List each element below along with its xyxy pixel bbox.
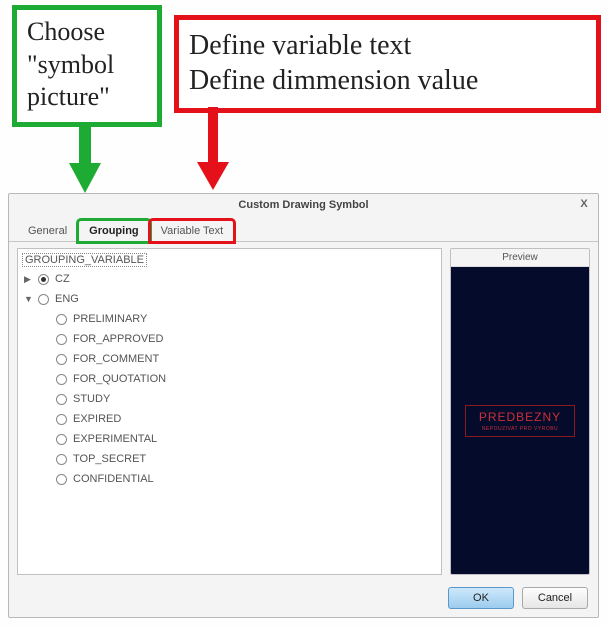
tree-header[interactable]: GROUPING_VARIABLE bbox=[22, 253, 147, 267]
collapse-icon[interactable]: ▼ bbox=[24, 294, 34, 304]
tabs: General Grouping Variable Text bbox=[9, 216, 598, 242]
radio-expired[interactable] bbox=[56, 414, 67, 425]
tree-row-preliminary[interactable]: PRELIMINARY bbox=[22, 309, 437, 329]
preview-stamp-line1: PREDBEZNY bbox=[472, 410, 568, 424]
tree-row-experimental[interactable]: EXPERIMENTAL bbox=[22, 429, 437, 449]
tree-label-eng: ENG bbox=[55, 293, 79, 305]
tab-general[interactable]: General bbox=[17, 220, 78, 242]
tree-label: EXPIRED bbox=[73, 413, 121, 425]
dialog-title: Custom Drawing Symbol bbox=[238, 199, 368, 211]
dialog-content: GROUPING_VARIABLE ▶ CZ ▼ ENG PRELIMINARY… bbox=[9, 242, 598, 581]
tree-row-for-comment[interactable]: FOR_COMMENT bbox=[22, 349, 437, 369]
annotation-red: Define variable text Define dimmension v… bbox=[174, 15, 601, 113]
tree-panel: GROUPING_VARIABLE ▶ CZ ▼ ENG PRELIMINARY… bbox=[17, 248, 442, 575]
tree-row-confidential[interactable]: CONFIDENTIAL bbox=[22, 469, 437, 489]
tree-row-for-approved[interactable]: FOR_APPROVED bbox=[22, 329, 437, 349]
close-button[interactable]: X bbox=[576, 197, 592, 213]
tree-row-top-secret[interactable]: TOP_SECRET bbox=[22, 449, 437, 469]
tree-row-expired[interactable]: EXPIRED bbox=[22, 409, 437, 429]
tree-label: TOP_SECRET bbox=[73, 453, 146, 465]
tree-label: FOR_COMMENT bbox=[73, 353, 159, 365]
preview-title: Preview bbox=[451, 249, 589, 267]
preview-stamp-line2: NEPOUZIVAT PRO VYROBU bbox=[472, 426, 568, 432]
tree-label: PRELIMINARY bbox=[73, 313, 147, 325]
radio-preliminary[interactable] bbox=[56, 314, 67, 325]
tree-row-eng[interactable]: ▼ ENG bbox=[22, 289, 437, 309]
radio-study[interactable] bbox=[56, 394, 67, 405]
annotation-red-line2: Define dimmension value bbox=[189, 63, 586, 98]
tab-variable-text[interactable]: Variable Text bbox=[150, 220, 235, 242]
dialog-custom-drawing-symbol: Custom Drawing Symbol X General Grouping… bbox=[8, 193, 599, 618]
arrow-red-icon bbox=[195, 107, 231, 192]
tree-label-cz: CZ bbox=[55, 273, 70, 285]
titlebar: Custom Drawing Symbol X bbox=[9, 194, 598, 216]
tree-label: CONFIDENTIAL bbox=[73, 473, 154, 485]
radio-experimental[interactable] bbox=[56, 434, 67, 445]
ok-button[interactable]: OK bbox=[448, 587, 514, 609]
radio-for-approved[interactable] bbox=[56, 334, 67, 345]
annotation-red-line1: Define variable text bbox=[189, 28, 586, 63]
radio-for-quotation[interactable] bbox=[56, 374, 67, 385]
annotation-green: Choose "symbol picture" bbox=[12, 5, 162, 127]
tree-label: FOR_QUOTATION bbox=[73, 373, 166, 385]
radio-top-secret[interactable] bbox=[56, 454, 67, 465]
tree-row-for-quotation[interactable]: FOR_QUOTATION bbox=[22, 369, 437, 389]
annotation-green-line2: "symbol bbox=[27, 49, 147, 82]
cancel-button[interactable]: Cancel bbox=[522, 587, 588, 609]
tree-label: EXPERIMENTAL bbox=[73, 433, 157, 445]
tree-label: STUDY bbox=[73, 393, 110, 405]
tree-row-cz[interactable]: ▶ CZ bbox=[22, 269, 437, 289]
tab-grouping[interactable]: Grouping bbox=[78, 220, 150, 242]
tree-row-study[interactable]: STUDY bbox=[22, 389, 437, 409]
radio-for-comment[interactable] bbox=[56, 354, 67, 365]
radio-cz[interactable] bbox=[38, 274, 49, 285]
annotation-green-line3: picture" bbox=[27, 81, 147, 114]
arrow-green-icon bbox=[65, 125, 105, 195]
dialog-buttons: OK Cancel bbox=[9, 581, 598, 617]
expand-icon[interactable]: ▶ bbox=[24, 274, 34, 285]
annotation-green-line1: Choose bbox=[27, 16, 147, 49]
preview-stamp: PREDBEZNY NEPOUZIVAT PRO VYROBU bbox=[465, 405, 575, 437]
tree-label: FOR_APPROVED bbox=[73, 333, 163, 345]
radio-eng[interactable] bbox=[38, 294, 49, 305]
preview-panel: Preview PREDBEZNY NEPOUZIVAT PRO VYROBU bbox=[450, 248, 590, 575]
preview-body: PREDBEZNY NEPOUZIVAT PRO VYROBU bbox=[451, 267, 589, 574]
radio-confidential[interactable] bbox=[56, 474, 67, 485]
